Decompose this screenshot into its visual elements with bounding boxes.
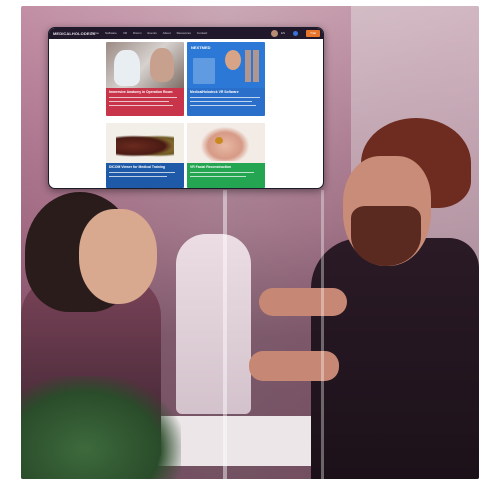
surgeon-figure: [114, 50, 140, 86]
tile-title: Immersive Anatomy in Operation Room: [109, 90, 173, 94]
ui-panel: [193, 58, 215, 84]
site-logo[interactable]: MEDICALHOLODECK: [53, 30, 96, 37]
organ-model: [116, 135, 174, 157]
plant: [21, 376, 181, 479]
gesturing-hand: [259, 288, 347, 316]
tile-text-line: [109, 101, 169, 103]
nav-menu: Home Software VR Dicom Events About Reso…: [91, 30, 207, 37]
content-tile-anatomy[interactable]: Immersive Anatomy in Operation Room: [106, 42, 184, 116]
nav-item[interactable]: VR: [123, 30, 127, 37]
nav-item[interactable]: Home: [91, 30, 99, 37]
tile-title: MedicalHolodeck VR Software: [190, 90, 239, 94]
tile-caption: MedicalHolodeck VR Software: [187, 88, 265, 116]
eye-detail: [215, 137, 223, 144]
tile-text-line: [109, 105, 173, 107]
tile-text-line: [109, 172, 175, 174]
nav-item[interactable]: Resources: [177, 30, 191, 37]
product-logo: NEXTMED: [191, 45, 211, 50]
tile-image: [187, 123, 265, 163]
nav-item[interactable]: Events: [148, 30, 157, 37]
content-tile-dicom[interactable]: DICOM Viewer for Medical Training: [106, 123, 184, 188]
patient-figure: [150, 48, 174, 82]
gesturing-hand-2: [249, 351, 339, 381]
account-icon[interactable]: [293, 31, 298, 36]
nav-item[interactable]: Contact: [197, 30, 207, 37]
tile-title: VR Facial Reconstruction: [190, 165, 232, 169]
tile-text-line: [109, 97, 177, 99]
content-tile-software[interactable]: NEXTMED MedicalHolodeck VR Software: [187, 42, 265, 116]
face-render: [225, 50, 241, 70]
nav-item[interactable]: Dicom: [133, 30, 142, 37]
content-tile-facial[interactable]: VR Facial Reconstruction: [187, 123, 265, 188]
tile-image: NEXTMED: [187, 42, 265, 88]
tile-text-line: [190, 176, 246, 178]
tile-caption: Immersive Anatomy in Operation Room: [106, 88, 184, 116]
tile-title: DICOM Viewer for Medical Training: [109, 165, 166, 169]
tile-image: [106, 123, 184, 163]
tile-caption: VR Facial Reconstruction: [187, 163, 265, 188]
language-selector[interactable]: EN: [281, 30, 285, 37]
face-render: [201, 127, 249, 161]
tile-text-line: [190, 97, 260, 99]
avatar[interactable]: [271, 30, 278, 37]
glass-divider-2: [321, 190, 324, 479]
tile-text-line: [109, 176, 167, 178]
tile-text-line: [190, 105, 256, 107]
tile-caption: DICOM Viewer for Medical Training: [106, 163, 184, 188]
website-screenshot-card: MEDICALHOLODECK Home Software VR Dicom E…: [48, 27, 324, 189]
woman-face: [79, 209, 157, 304]
tile-text-line: [190, 101, 252, 103]
nav-item[interactable]: About: [163, 30, 171, 37]
website-navbar: MEDICALHOLODECK Home Software VR Dicom E…: [49, 28, 323, 39]
cta-button[interactable]: Trial: [306, 30, 320, 37]
tile-image: [106, 42, 184, 88]
glass-divider: [223, 190, 227, 479]
nav-item[interactable]: Software: [105, 30, 117, 37]
tile-text-line: [190, 172, 254, 174]
man-beard: [351, 206, 421, 266]
face-thumbnails: [245, 50, 261, 82]
medical-device: [176, 234, 251, 414]
